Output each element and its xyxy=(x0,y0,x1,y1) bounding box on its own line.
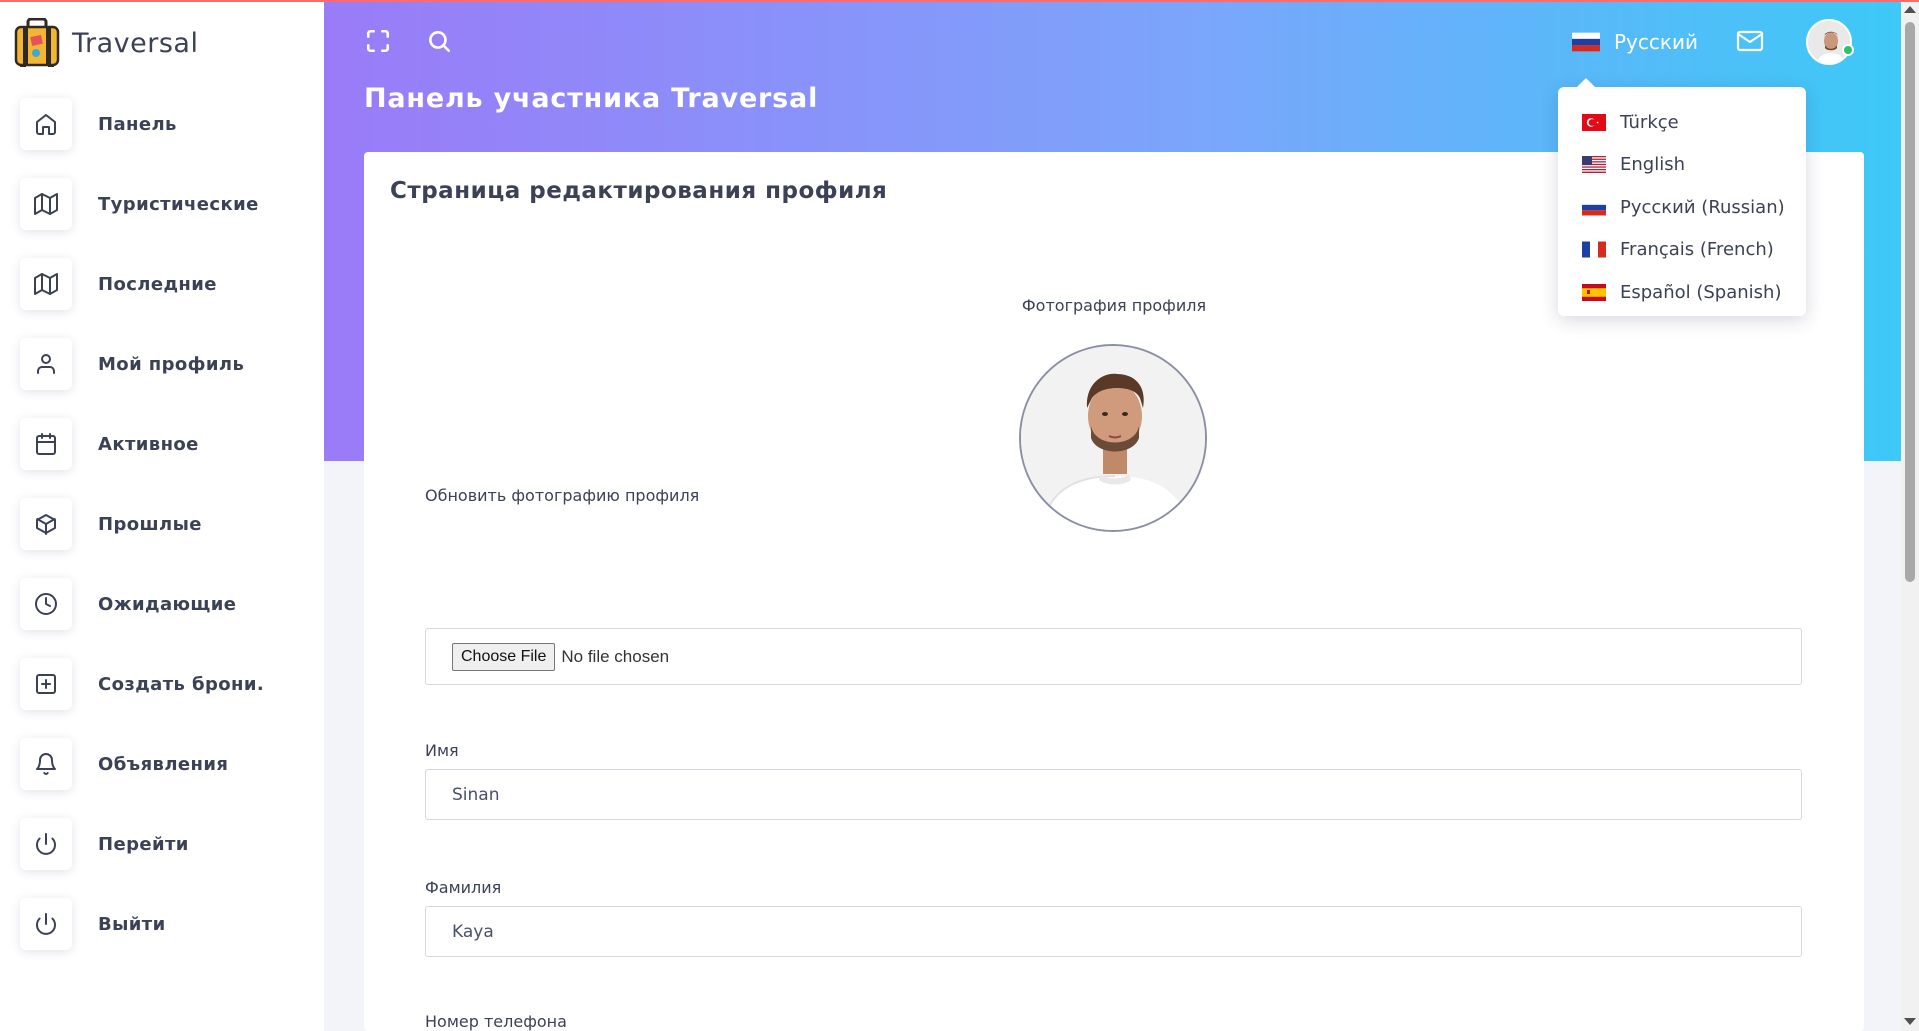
sidebar: Traversal Панель Туристические Последние… xyxy=(0,0,324,1031)
profile-photo-file-input[interactable]: Choose File No file chosen xyxy=(425,628,1802,685)
plus-square-icon xyxy=(20,658,72,710)
sidebar-item-label: Ожидающие xyxy=(98,593,237,615)
update-photo-label: Обновить фотографию профиля xyxy=(425,486,700,505)
sidebar-item-switch[interactable]: Перейти xyxy=(20,818,320,870)
power-icon xyxy=(20,818,72,870)
clock-icon xyxy=(20,578,72,630)
search-icon[interactable] xyxy=(424,26,454,56)
fullscreen-icon[interactable] xyxy=(363,26,393,56)
phone-label: Номер телефона xyxy=(425,1012,567,1031)
sidebar-item-label: Создать брони. xyxy=(98,673,265,695)
scroll-up-arrow-icon[interactable] xyxy=(1904,6,1916,13)
sidebar-item-my-profile[interactable]: Мой профиль xyxy=(20,338,320,390)
scrollbar-thumb[interactable] xyxy=(1905,22,1915,582)
online-status-indicator xyxy=(1842,44,1854,56)
language-option-russian[interactable]: Русский (Russian) xyxy=(1558,186,1806,229)
sidebar-item-label: Активное xyxy=(98,433,199,455)
first-name-input[interactable]: Sinan xyxy=(425,769,1802,820)
user-avatar[interactable] xyxy=(1806,19,1852,65)
power-icon xyxy=(20,898,72,950)
language-dropdown-menu: Türkçe English Русский (Russian) Françai… xyxy=(1558,78,1806,316)
sidebar-item-label: Туристические xyxy=(98,193,259,215)
language-option-english[interactable]: English xyxy=(1558,144,1806,187)
brand[interactable]: Traversal xyxy=(14,18,198,68)
sidebar-item-tours[interactable]: Туристические xyxy=(20,178,320,230)
map-icon xyxy=(20,178,72,230)
sidebar-item-dashboard[interactable]: Панель xyxy=(20,98,320,150)
map-icon xyxy=(20,258,72,310)
sidebar-item-label: Мой профиль xyxy=(98,353,245,375)
sidebar-item-past[interactable]: Прошлые xyxy=(20,498,320,550)
page-title: Панель участника Traversal xyxy=(364,83,819,114)
page-scrollbar[interactable] xyxy=(1901,0,1919,1031)
language-option-label: Русский (Russian) xyxy=(1620,196,1785,218)
file-status-text: No file chosen xyxy=(561,646,670,666)
sidebar-nav: Панель Туристические Последние Мой профи… xyxy=(20,98,320,978)
sidebar-item-label: Перейти xyxy=(98,833,189,855)
sidebar-item-label: Выйти xyxy=(98,913,166,935)
spain-flag-icon xyxy=(1582,283,1606,301)
top-accent-line xyxy=(0,0,1919,2)
russia-flag-icon xyxy=(1582,199,1606,216)
sidebar-item-logout[interactable]: Выйти xyxy=(20,898,320,950)
russia-flag-icon xyxy=(1572,32,1600,52)
suitcase-logo-icon xyxy=(14,18,60,67)
france-flag-icon xyxy=(1582,241,1606,258)
language-option-spanish[interactable]: Español (Spanish) xyxy=(1558,271,1806,314)
last-name-label: Фамилия xyxy=(425,878,502,897)
turkey-flag-icon xyxy=(1582,113,1606,131)
language-option-turkish[interactable]: Türkçe xyxy=(1558,101,1806,144)
choose-file-button[interactable]: Choose File xyxy=(452,642,556,671)
language-option-label: English xyxy=(1620,154,1685,176)
home-icon xyxy=(20,98,72,150)
card-title: Страница редактирования профиля xyxy=(390,178,888,204)
sidebar-item-recent[interactable]: Последние xyxy=(20,258,320,310)
bell-icon xyxy=(20,738,72,790)
box-icon xyxy=(20,498,72,550)
language-selector[interactable]: Русский xyxy=(1572,26,1698,58)
language-option-label: Français (French) xyxy=(1620,239,1774,261)
language-option-label: Türkçe xyxy=(1620,111,1679,133)
sidebar-item-pending[interactable]: Ожидающие xyxy=(20,578,320,630)
profile-photo xyxy=(1019,344,1207,532)
language-option-label: Español (Spanish) xyxy=(1620,281,1782,303)
first-name-label: Имя xyxy=(425,741,459,760)
usa-flag-icon xyxy=(1582,156,1606,174)
sidebar-item-label: Прошлые xyxy=(98,513,202,535)
user-icon xyxy=(20,338,72,390)
sidebar-item-label: Последние xyxy=(98,273,217,295)
brand-name: Traversal xyxy=(72,27,199,59)
mail-icon[interactable] xyxy=(1736,28,1764,58)
language-selector-label: Русский xyxy=(1614,30,1698,54)
sidebar-item-create-booking[interactable]: Создать брони. xyxy=(20,658,320,710)
sidebar-item-active[interactable]: Активное xyxy=(20,418,320,470)
language-option-french[interactable]: Français (French) xyxy=(1558,229,1806,272)
sidebar-item-announcements[interactable]: Объявления xyxy=(20,738,320,790)
scroll-down-arrow-icon[interactable] xyxy=(1904,1018,1916,1025)
last-name-input[interactable]: Kaya xyxy=(425,906,1802,957)
sidebar-item-label: Панель xyxy=(98,113,177,135)
sidebar-item-label: Объявления xyxy=(98,753,229,775)
calendar-icon xyxy=(20,418,72,470)
